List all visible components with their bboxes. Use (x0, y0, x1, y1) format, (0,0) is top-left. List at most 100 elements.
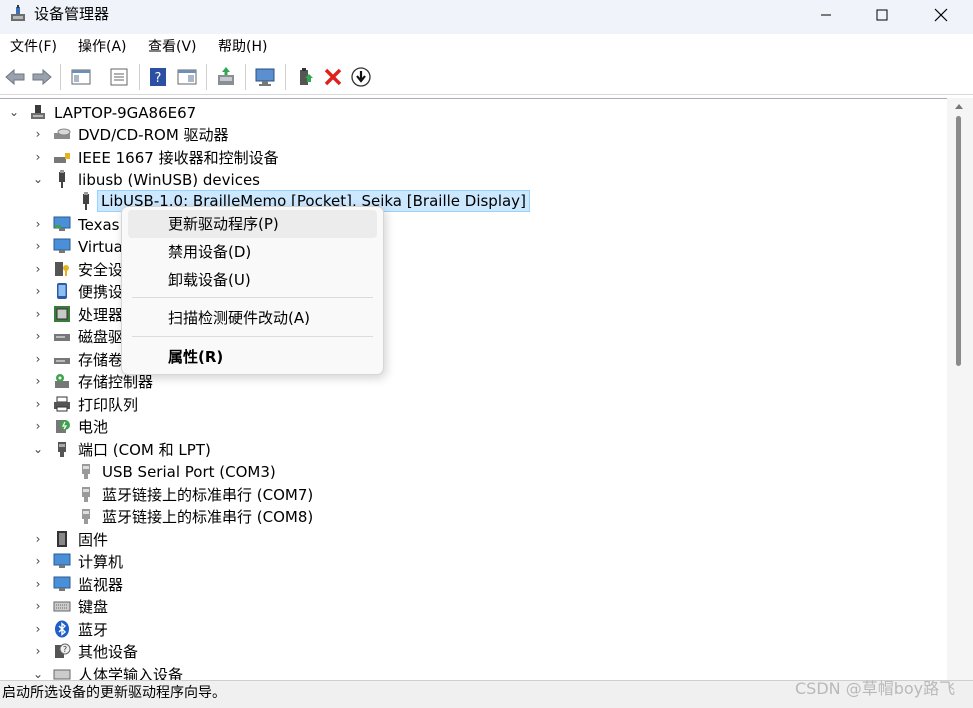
tree-root-label: LAPTOP-9GA86E67 (54, 104, 197, 122)
chevron-right-icon[interactable]: › (32, 577, 44, 591)
tree-item-bluetooth[interactable]: › 蓝牙 (0, 619, 947, 641)
update-driver-icon[interactable] (215, 66, 237, 88)
tree-item-ieee1667[interactable]: › IEEE 1667 接收器和控制设备 (0, 147, 947, 169)
tree-item-other-devices[interactable]: › ? 其他设备 (0, 641, 947, 663)
tree-item-com8[interactable]: 蓝牙链接上的标准串行 (COM8) (0, 506, 947, 528)
chevron-right-icon[interactable]: › (32, 419, 44, 433)
printer-icon (54, 396, 70, 412)
chevron-right-icon[interactable]: › (32, 397, 44, 411)
chevron-down-icon[interactable]: ⌄ (32, 172, 44, 186)
chevron-right-icon[interactable]: › (32, 307, 44, 321)
maximize-button[interactable] (859, 0, 905, 30)
scroll-up-arrow-icon[interactable] (953, 101, 965, 111)
tree-item-label: 端口 (COM 和 LPT) (78, 441, 211, 459)
chevron-right-icon[interactable]: › (32, 329, 44, 343)
usb-device-icon (83, 192, 89, 210)
tree-item-libusb[interactable]: ⌄ libusb (WinUSB) devices (0, 169, 947, 191)
portable-device-icon (57, 283, 67, 299)
add-legacy-icon[interactable] (294, 66, 316, 88)
context-menu: 更新驱动程序(P) 禁用设备(D) 卸载设备(U) 扫描检测硬件改动(A) 属性… (121, 206, 384, 375)
tree-item-com3[interactable]: USB Serial Port (COM3) (0, 461, 947, 483)
context-menu-label: 更新驱动程序(P) (168, 215, 279, 233)
toolbar-separator (206, 64, 207, 90)
minimize-button[interactable] (803, 0, 849, 30)
tree-item-label: 打印队列 (78, 396, 139, 414)
action-pane-icon[interactable] (176, 66, 198, 88)
svg-text:?: ? (155, 71, 162, 86)
context-menu-update-driver[interactable]: 更新驱动程序(P) (128, 210, 377, 238)
menu-view[interactable]: 查看(V) (148, 38, 197, 56)
storage-volume-icon (54, 358, 70, 364)
tree-item-monitor[interactable]: › 监视器 (0, 574, 947, 596)
context-menu-disable-device[interactable]: 禁用设备(D) (128, 238, 377, 266)
status-text: 启动所选设备的更新驱动程序向导。 (2, 685, 226, 701)
svg-text:?: ? (63, 645, 67, 654)
forward-icon[interactable] (31, 66, 53, 88)
tree-item-com7[interactable]: 蓝牙链接上的标准串行 (COM7) (0, 484, 947, 506)
chevron-right-icon[interactable]: › (32, 644, 44, 658)
chevron-right-icon[interactable]: › (32, 532, 44, 546)
chevron-right-icon[interactable]: › (32, 622, 44, 636)
show-hide-console-tree-icon[interactable] (70, 66, 92, 88)
tree-item-label: 人体学输入设备 (78, 666, 184, 681)
chevron-right-icon[interactable]: › (32, 374, 44, 388)
toolbar (0, 61, 973, 95)
port-connector-icon (58, 442, 66, 457)
port-connector-icon (82, 487, 90, 502)
monitor-device-icon (53, 238, 71, 253)
tree-item-label: 处理器 (78, 306, 124, 324)
tree-item-firmware[interactable]: › 固件 (0, 529, 947, 551)
computer-monitor-icon (53, 553, 71, 568)
chevron-right-icon[interactable]: › (32, 150, 44, 164)
scan-hardware-icon[interactable] (254, 66, 276, 88)
tree-item-computer[interactable]: › 计算机 (0, 551, 947, 573)
menu-help[interactable]: 帮助(H) (218, 38, 267, 56)
tree-root-row[interactable]: ⌄ LAPTOP-9GA86E67 (0, 102, 947, 124)
chevron-right-icon[interactable]: › (32, 262, 44, 276)
chevron-right-icon[interactable]: › (32, 284, 44, 298)
port-connector-icon (82, 464, 90, 479)
enable-device-icon[interactable] (350, 66, 372, 88)
chevron-right-icon[interactable]: › (32, 239, 44, 253)
disk-drive-icon (54, 334, 70, 341)
tree-item-label: 电池 (78, 418, 109, 436)
chevron-right-icon[interactable]: › (32, 217, 44, 231)
tree-item-label: DVD/CD-ROM 驱动器 (78, 126, 229, 144)
keyboard-icon (53, 601, 71, 612)
bluetooth-icon (55, 620, 69, 638)
chevron-right-icon[interactable]: › (32, 352, 44, 366)
usb-key-icon (54, 153, 70, 163)
tree-item-label: 存储控制器 (78, 373, 154, 391)
tree-item-battery[interactable]: › 电池 (0, 416, 947, 438)
properties-icon[interactable] (108, 66, 130, 88)
context-menu-uninstall-device[interactable]: 卸载设备(U) (128, 266, 377, 294)
maximize-icon (876, 9, 888, 21)
device-tree[interactable]: ⌄ LAPTOP-9GA86E67 › DVD/CD-ROM 驱动器 › IEE… (0, 98, 947, 681)
chevron-down-icon[interactable]: ⌄ (8, 105, 20, 119)
chevron-right-icon[interactable]: › (32, 599, 44, 613)
chevron-right-icon[interactable]: › (32, 127, 44, 141)
tree-item-label: 固件 (78, 531, 109, 549)
chevron-right-icon[interactable]: › (32, 554, 44, 568)
tree-item-print-queue[interactable]: › 打印队列 (0, 394, 947, 416)
uninstall-icon[interactable] (322, 66, 344, 88)
tree-item-ports[interactable]: ⌄ 端口 (COM 和 LPT) (0, 439, 947, 461)
chevron-down-icon[interactable]: ⌄ (32, 442, 44, 456)
context-menu-scan-hardware[interactable]: 扫描检测硬件改动(A) (128, 304, 377, 332)
context-menu-properties[interactable]: 属性(R) (128, 343, 377, 371)
tree-item-label: Texas (78, 216, 120, 234)
tree-item-dvd[interactable]: › DVD/CD-ROM 驱动器 (0, 124, 947, 146)
tree-item-keyboard[interactable]: › 键盘 (0, 596, 947, 618)
tree-item-label: 蓝牙链接上的标准串行 (COM7) (102, 486, 314, 504)
scrollbar-thumb[interactable] (956, 116, 961, 366)
help-icon[interactable]: ? (147, 66, 169, 88)
close-button[interactable] (918, 0, 964, 30)
tree-item-label: libusb (WinUSB) devices (78, 171, 260, 189)
chevron-down-icon[interactable]: ⌄ (32, 667, 44, 681)
menu-file[interactable]: 文件(F) (10, 38, 57, 56)
unknown-device-icon: ? (55, 643, 71, 658)
back-icon[interactable] (4, 66, 26, 88)
firmware-icon (57, 531, 67, 547)
context-menu-separator (132, 297, 373, 298)
menu-action[interactable]: 操作(A) (78, 38, 127, 56)
